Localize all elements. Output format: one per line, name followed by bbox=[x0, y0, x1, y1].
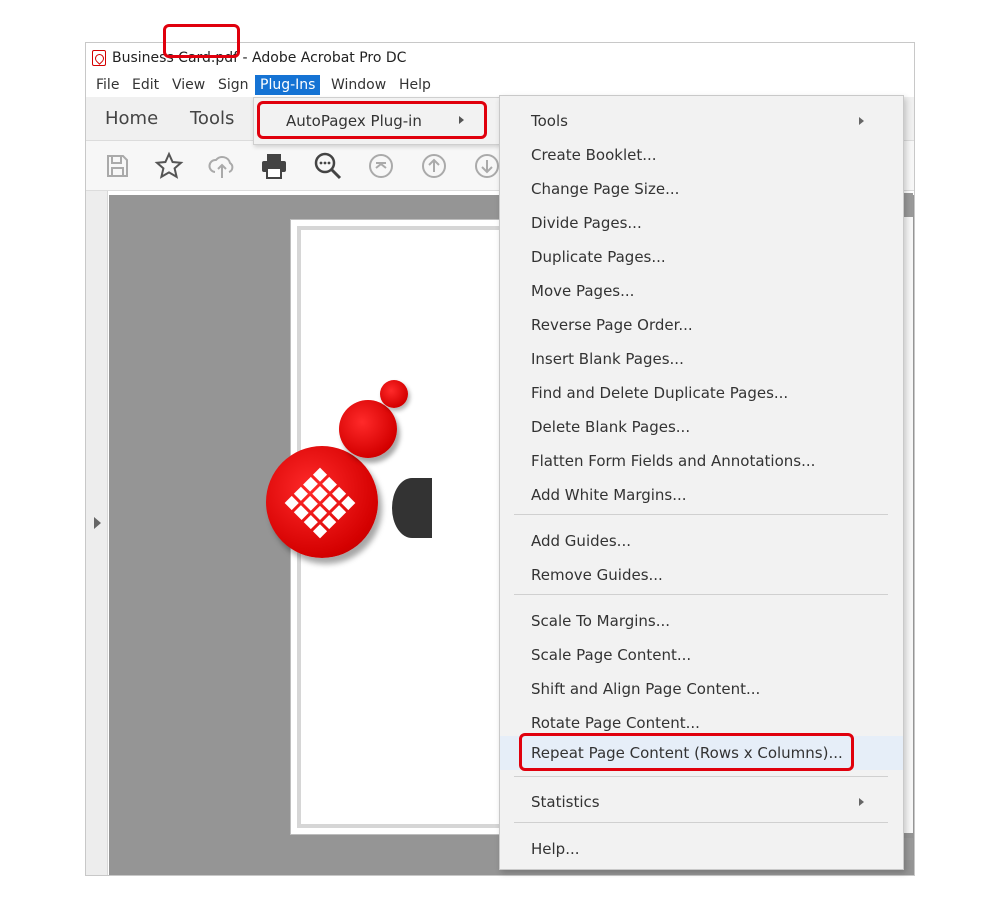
save-icon[interactable] bbox=[101, 150, 133, 182]
autopagex-callout bbox=[257, 101, 487, 139]
menu-separator bbox=[514, 822, 888, 823]
tab-home[interactable]: Home bbox=[105, 108, 158, 129]
menu-item-change-page-size[interactable]: Change Page Size... bbox=[500, 172, 903, 206]
logo-letter-partial bbox=[392, 478, 432, 538]
menu-help[interactable]: Help bbox=[397, 75, 433, 95]
menu-window[interactable]: Window bbox=[329, 75, 388, 95]
first-page-icon[interactable] bbox=[365, 150, 397, 182]
menu-item-label: Create Booklet... bbox=[531, 146, 657, 164]
menu-item-label: Help... bbox=[531, 840, 580, 858]
menu-item-label: Scale Page Content... bbox=[531, 646, 692, 664]
plugins-callout bbox=[163, 24, 240, 58]
left-panel-rail bbox=[86, 191, 108, 875]
menu-item-label: Shift and Align Page Content... bbox=[531, 680, 761, 698]
menu-item-reverse-page-order[interactable]: Reverse Page Order... bbox=[500, 308, 903, 342]
menu-item-add-guides[interactable]: Add Guides... bbox=[500, 524, 903, 558]
menu-separator bbox=[514, 594, 888, 595]
print-icon[interactable] bbox=[258, 150, 290, 182]
menu-item-shift-align-content[interactable]: Shift and Align Page Content... bbox=[500, 672, 903, 706]
menu-item-help[interactable]: Help... bbox=[500, 832, 903, 866]
menu-item-label: Scale To Margins... bbox=[531, 612, 671, 630]
right-edge-panel bbox=[904, 193, 913, 833]
menu-item-label: Change Page Size... bbox=[531, 180, 680, 198]
menu-item-label: Add White Margins... bbox=[531, 486, 687, 504]
menu-item-label: Flatten Form Fields and Annotations... bbox=[531, 452, 816, 470]
cloud-upload-icon[interactable] bbox=[206, 150, 238, 182]
menu-item-create-booklet[interactable]: Create Booklet... bbox=[500, 138, 903, 172]
menu-item-label: Duplicate Pages... bbox=[531, 248, 666, 266]
menu-item-scale-to-margins[interactable]: Scale To Margins... bbox=[500, 604, 903, 638]
menu-item-label: Rotate Page Content... bbox=[531, 714, 700, 732]
menu-item-scale-page-content[interactable]: Scale Page Content... bbox=[500, 638, 903, 672]
menu-file[interactable]: File bbox=[94, 75, 121, 95]
menu-item-label: Insert Blank Pages... bbox=[531, 350, 684, 368]
menu-item-move-pages[interactable]: Move Pages... bbox=[500, 274, 903, 308]
submenu-arrow-icon bbox=[859, 798, 864, 806]
menu-item-tools[interactable]: Tools bbox=[500, 104, 903, 138]
window-title: Business Card.pdf - Adobe Acrobat Pro DC bbox=[112, 50, 407, 66]
menu-plugins[interactable]: Plug-Ins bbox=[255, 75, 321, 95]
menu-item-label: Find and Delete Duplicate Pages... bbox=[531, 384, 789, 402]
menu-item-label: Delete Blank Pages... bbox=[531, 418, 691, 436]
logo-circle-small bbox=[380, 380, 408, 408]
right-edge-bar-bottom bbox=[904, 838, 913, 860]
menu-item-add-white-margins[interactable]: Add White Margins... bbox=[500, 478, 903, 512]
zoom-out-icon[interactable] bbox=[312, 150, 344, 182]
menu-item-flatten-form-fields[interactable]: Flatten Form Fields and Annotations... bbox=[500, 444, 903, 478]
menu-bar: File Edit View Sign Plug-Ins Window Help bbox=[86, 73, 914, 97]
menu-view[interactable]: View bbox=[170, 75, 207, 95]
menu-separator bbox=[514, 776, 888, 777]
menu-item-label: Tools bbox=[531, 112, 568, 130]
menu-item-label: Add Guides... bbox=[531, 532, 631, 550]
menu-sign[interactable]: Sign bbox=[216, 75, 251, 95]
expand-panel-icon[interactable] bbox=[94, 517, 101, 529]
prev-page-icon[interactable] bbox=[418, 150, 450, 182]
tab-tools[interactable]: Tools bbox=[190, 108, 234, 129]
menu-item-label: Statistics bbox=[531, 793, 600, 811]
menu-item-label: Reverse Page Order... bbox=[531, 316, 693, 334]
menu-item-statistics[interactable]: Statistics bbox=[500, 785, 903, 819]
submenu-arrow-icon bbox=[859, 117, 864, 125]
right-edge-bar bbox=[904, 193, 913, 217]
menu-item-label: Move Pages... bbox=[531, 282, 635, 300]
pdf-icon bbox=[92, 50, 106, 66]
menu-item-label: Remove Guides... bbox=[531, 566, 663, 584]
star-icon[interactable] bbox=[153, 150, 185, 182]
repeat-content-callout bbox=[519, 733, 854, 771]
menu-edit[interactable]: Edit bbox=[130, 75, 161, 95]
logo-circle-medium bbox=[339, 400, 397, 458]
menu-item-delete-blank-pages[interactable]: Delete Blank Pages... bbox=[500, 410, 903, 444]
menu-item-remove-guides[interactable]: Remove Guides... bbox=[500, 558, 903, 592]
menu-item-insert-blank-pages[interactable]: Insert Blank Pages... bbox=[500, 342, 903, 376]
menu-item-find-delete-duplicates[interactable]: Find and Delete Duplicate Pages... bbox=[500, 376, 903, 410]
menu-item-label: Divide Pages... bbox=[531, 214, 642, 232]
menu-separator bbox=[514, 514, 888, 515]
menu-item-duplicate-pages[interactable]: Duplicate Pages... bbox=[500, 240, 903, 274]
menu-item-divide-pages[interactable]: Divide Pages... bbox=[500, 206, 903, 240]
